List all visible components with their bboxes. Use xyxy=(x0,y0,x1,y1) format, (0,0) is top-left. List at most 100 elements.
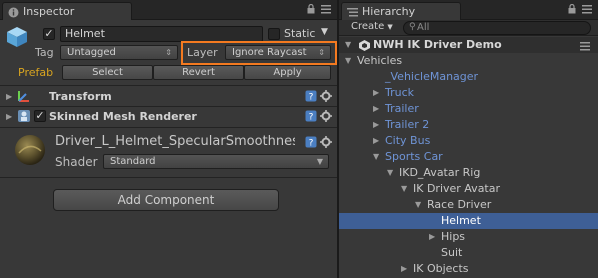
collapse-arrow-icon[interactable]: ▶ xyxy=(373,133,379,149)
hierarchy-item-suit[interactable]: Suit xyxy=(339,245,598,261)
gear-icon[interactable] xyxy=(320,90,332,105)
mesh-renderer-icon xyxy=(17,109,31,126)
help-icon[interactable]: ? xyxy=(305,90,317,105)
prefab-revert-button[interactable]: Revert xyxy=(153,65,244,80)
tab-inspector-label: Inspector xyxy=(23,5,75,18)
tab-inspector[interactable]: Inspector xyxy=(2,2,132,20)
hierarchy-item-vehiclemanager[interactable]: _VehicleManager xyxy=(339,69,598,85)
object-name-field[interactable]: Helmet xyxy=(60,26,263,42)
layer-value: Ignore Raycast xyxy=(232,47,307,58)
gear-icon[interactable] xyxy=(320,136,332,151)
search-input[interactable]: ⚲ All xyxy=(403,21,591,35)
transform-icon xyxy=(17,89,31,106)
hierarchy-item-label: IKD_Avatar Rig xyxy=(399,166,481,179)
static-label: Static xyxy=(284,27,316,40)
create-dropdown[interactable]: Create ▼ xyxy=(351,21,393,32)
hierarchy-item-ik-objects[interactable]: ▶ IK Objects xyxy=(339,261,598,277)
hierarchy-item-sports-car[interactable]: ▼ Sports Car xyxy=(339,149,598,165)
skinned-mesh-title[interactable]: Skinned Mesh Renderer xyxy=(49,110,197,123)
scene-row[interactable]: ▼ NWH IK Driver Demo xyxy=(339,37,598,53)
updown-arrow-icon: ⇕ xyxy=(165,48,172,57)
expand-arrow-icon[interactable]: ▼ xyxy=(373,149,379,165)
hierarchy-item-label: Race Driver xyxy=(427,198,492,211)
expand-arrow-icon[interactable]: ▼ xyxy=(401,181,407,197)
expand-arrow-icon[interactable]: ▼ xyxy=(345,37,351,53)
hierarchy-item-label: Trailer 2 xyxy=(385,118,430,131)
hierarchy-item-trailer[interactable]: ▶ Trailer xyxy=(339,101,598,117)
updown-arrow-icon: ⇕ xyxy=(318,48,325,57)
tag-dropdown[interactable]: Untagged ⇕ xyxy=(60,45,178,60)
hierarchy-item-trailer-2[interactable]: ▶ Trailer 2 xyxy=(339,117,598,133)
panel-menu-icon[interactable] xyxy=(321,4,331,17)
shader-dropdown[interactable]: Standard ▼ xyxy=(103,154,329,169)
hierarchy-item-city-bus[interactable]: ▶ City Bus xyxy=(339,133,598,149)
transform-title[interactable]: Transform xyxy=(49,90,112,103)
collapse-arrow-icon[interactable]: ▶ xyxy=(373,101,379,117)
separator xyxy=(0,85,337,86)
tag-value: Untagged xyxy=(67,47,116,58)
hierarchy-item-label: Hips xyxy=(441,230,466,243)
gear-icon[interactable] xyxy=(320,110,332,125)
hierarchy-item-vehicles[interactable]: ▼ Vehicles xyxy=(339,53,598,69)
prefab-select-button[interactable]: Select xyxy=(62,65,153,80)
separator xyxy=(0,127,337,128)
inspector-tabstrip: Inspector xyxy=(0,0,337,20)
hierarchy-toolbar: Create ▼ ⚲ All xyxy=(339,20,598,36)
hierarchy-item-ikd-avatar-rig[interactable]: ▼ IKD_Avatar Rig xyxy=(339,165,598,181)
scene-name: NWH IK Driver Demo xyxy=(373,38,502,51)
help-icon[interactable]: ? xyxy=(305,110,317,125)
hierarchy-item-label: Helmet xyxy=(441,214,481,227)
separator xyxy=(0,177,337,178)
hierarchy-tabstrip: Hierarchy xyxy=(339,0,598,20)
tab-hierarchy[interactable]: Hierarchy xyxy=(341,2,461,20)
material-preview-icon[interactable] xyxy=(13,133,47,170)
lock-icon[interactable] xyxy=(568,3,576,17)
chevron-down-icon: ▼ xyxy=(316,157,323,166)
svg-text:?: ? xyxy=(309,93,314,103)
hierarchy-item-label: IK Objects xyxy=(413,262,469,275)
hierarchy-item-label: Vehicles xyxy=(357,54,403,67)
active-checkbox[interactable]: ✓ xyxy=(43,28,55,40)
prefab-label: Prefab xyxy=(18,66,54,79)
expand-arrow-icon[interactable]: ▼ xyxy=(387,165,393,181)
expand-arrow-icon[interactable]: ▼ xyxy=(345,53,351,69)
collapse-arrow-icon[interactable]: ▶ xyxy=(401,261,407,277)
skinned-mesh-enabled-checkbox[interactable]: ✓ xyxy=(34,110,46,122)
hierarchy-item-ik-driver-avatar[interactable]: ▼ IK Driver Avatar xyxy=(339,181,598,197)
add-component-button[interactable]: Add Component xyxy=(53,189,279,211)
hierarchy-item-truck[interactable]: ▶ Truck xyxy=(339,85,598,101)
panel-menu-icon[interactable] xyxy=(582,4,592,17)
hierarchy-item-label: _VehicleManager xyxy=(385,70,479,83)
collapse-arrow-icon[interactable]: ▶ xyxy=(373,85,379,101)
hierarchy-panel: Hierarchy Create ▼ ⚲ All ▼ NWH IK Driver… xyxy=(339,0,598,278)
tag-label: Tag xyxy=(35,46,54,59)
shader-value: Standard xyxy=(110,156,156,167)
hierarchy-item-hips[interactable]: ▶ Hips xyxy=(339,229,598,245)
collapse-arrow-icon[interactable]: ▶ xyxy=(429,229,435,245)
search-icon: ⚲ xyxy=(409,22,416,32)
hierarchy-item-race-driver[interactable]: ▼ Race Driver xyxy=(339,197,598,213)
expand-arrow-icon[interactable]: ▼ xyxy=(415,197,421,213)
collapse-arrow-icon[interactable]: ▶ xyxy=(373,117,379,133)
lock-icon[interactable] xyxy=(307,3,315,17)
material-name: Driver_L_Helmet_SpecularSmoothnes xyxy=(55,134,295,149)
layer-dropdown[interactable]: Ignore Raycast ⇕ xyxy=(225,45,331,60)
shader-label: Shader xyxy=(55,155,98,169)
help-icon[interactable]: ? xyxy=(305,136,317,151)
hierarchy-item-label: Trailer xyxy=(385,102,419,115)
static-checkbox[interactable] xyxy=(268,28,280,40)
skinned-mesh-foldout-icon[interactable]: ▶ xyxy=(6,112,12,121)
layer-label: Layer xyxy=(187,46,218,59)
search-placeholder: All xyxy=(417,22,430,33)
prefab-apply-button[interactable]: Apply xyxy=(244,65,331,80)
gameobject-cube-icon[interactable] xyxy=(6,26,28,51)
hierarchy-item-label: Sports Car xyxy=(385,150,443,163)
hierarchy-item-label: Truck xyxy=(385,86,415,99)
separator xyxy=(0,106,337,107)
info-icon xyxy=(8,6,19,23)
create-label: Create xyxy=(351,21,385,32)
transform-foldout-icon[interactable]: ▶ xyxy=(6,92,12,101)
hierarchy-item-helmet[interactable]: Helmet xyxy=(339,213,598,229)
svg-text:?: ? xyxy=(309,139,314,149)
static-dropdown-icon[interactable]: ▼ xyxy=(321,27,328,37)
